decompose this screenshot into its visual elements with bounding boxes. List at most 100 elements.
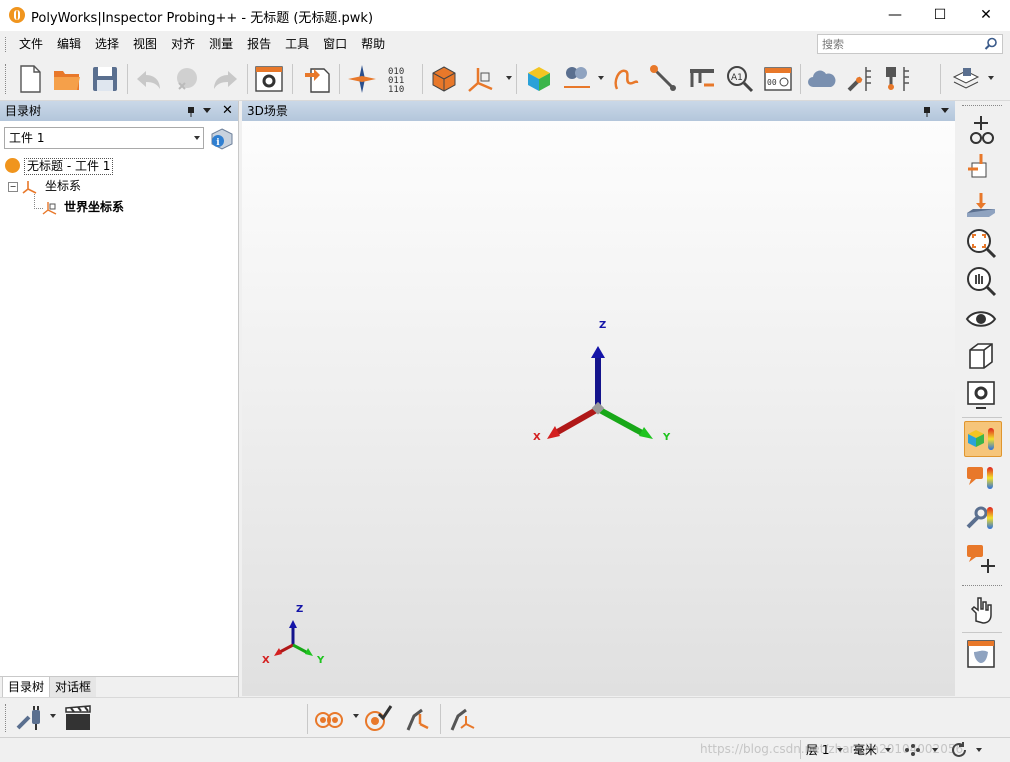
search-icon[interactable] bbox=[984, 37, 998, 54]
menu-edit[interactable]: 编辑 bbox=[50, 31, 88, 58]
layer-selector[interactable]: 层 1 bbox=[806, 741, 829, 758]
3d-viewport[interactable]: Z X Y Z X Y bbox=[242, 121, 955, 696]
unit-selector[interactable]: 毫米 bbox=[853, 741, 877, 758]
layer-print-icon[interactable] bbox=[950, 63, 982, 95]
panel-close-icon[interactable]: ✕ bbox=[222, 101, 233, 121]
panel-menu-icon[interactable] bbox=[203, 108, 211, 113]
robot-arm-axis-icon[interactable] bbox=[446, 702, 478, 734]
tree-item-label: 世界坐标系 bbox=[64, 200, 125, 214]
chevron-down-icon bbox=[194, 136, 200, 140]
world-axis-icon bbox=[42, 200, 58, 219]
display-settings-icon[interactable] bbox=[964, 378, 1000, 412]
menu-report[interactable]: 报告 bbox=[240, 31, 278, 58]
svg-text:A1: A1 bbox=[731, 73, 743, 83]
device-tracker-icon[interactable] bbox=[882, 63, 914, 95]
redo-icon[interactable] bbox=[209, 63, 241, 95]
undo-history-icon[interactable] bbox=[171, 63, 203, 95]
close-button[interactable]: ✕ bbox=[963, 0, 1009, 31]
binary-icon[interactable]: 010 011 110 bbox=[385, 63, 417, 95]
status-bar: https://blog.csdn.net/zhangjin2010400205… bbox=[0, 737, 1010, 762]
undo-icon[interactable] bbox=[133, 63, 165, 95]
view-cube-icon[interactable] bbox=[964, 340, 1000, 374]
tree-panel-header: 目录树 ✕ bbox=[0, 101, 238, 121]
zoom-hand-icon[interactable] bbox=[964, 264, 1000, 298]
z-axis-label: Z bbox=[599, 320, 607, 331]
scene-title: 3D场景 bbox=[247, 104, 288, 118]
measure-distance-icon[interactable] bbox=[561, 63, 593, 95]
device-probe-icon[interactable] bbox=[844, 63, 876, 95]
main-toolbar: 010 011 110 A1 00 bbox=[0, 58, 1010, 101]
tab-tree[interactable]: 目录树 bbox=[2, 677, 51, 698]
shape-window-icon[interactable] bbox=[964, 637, 1000, 671]
piece-selector[interactable]: 工件 1 bbox=[4, 127, 204, 149]
save-icon[interactable] bbox=[89, 63, 121, 95]
menu-window[interactable]: 窗口 bbox=[316, 31, 354, 58]
tool-color-icon[interactable] bbox=[964, 501, 1000, 535]
chevron-down-icon bbox=[976, 748, 982, 752]
compass-icon[interactable] bbox=[346, 63, 378, 95]
piece-selector-value: 工件 1 bbox=[9, 131, 45, 145]
target-multi-icon[interactable] bbox=[313, 702, 345, 734]
svg-text:i: i bbox=[216, 138, 220, 148]
minimize-button[interactable]: — bbox=[872, 0, 918, 31]
mini-x-axis-label: X bbox=[262, 655, 270, 666]
robot-arm-icon[interactable] bbox=[402, 702, 434, 734]
svg-text:110: 110 bbox=[388, 85, 404, 95]
import-icon[interactable] bbox=[302, 63, 334, 95]
mini-y-axis-label: Y bbox=[317, 655, 325, 666]
probe-icon[interactable] bbox=[648, 63, 680, 95]
menu-tools[interactable]: 工具 bbox=[278, 31, 316, 58]
target-check-icon[interactable] bbox=[362, 702, 394, 734]
app-logo-icon bbox=[5, 158, 20, 173]
annotation-magnifier-icon[interactable]: A1 bbox=[724, 63, 756, 95]
maximize-button[interactable]: ☐ bbox=[917, 0, 963, 31]
zoom-fit-icon[interactable] bbox=[964, 226, 1000, 260]
watermark-text: https://blog.csdn.net/zhangjin2010400205… bbox=[700, 742, 964, 756]
align-cube-icon[interactable] bbox=[964, 151, 1000, 185]
report-table-icon[interactable]: 00 bbox=[762, 63, 794, 95]
window-title: PolyWorks|Inspector Probing++ - 无标题 (无标题… bbox=[31, 11, 374, 26]
settings-window-icon[interactable] bbox=[253, 63, 285, 95]
color-map-toggle-icon[interactable] bbox=[964, 421, 1002, 457]
axis-gizmo-main bbox=[274, 346, 653, 656]
cloud-icon[interactable] bbox=[806, 63, 838, 95]
y-axis-label: Y bbox=[663, 432, 671, 443]
pin-icon[interactable] bbox=[186, 101, 196, 127]
new-file-icon[interactable] bbox=[14, 63, 46, 95]
probe-cloud-icon[interactable] bbox=[609, 63, 641, 95]
menu-measure[interactable]: 测量 bbox=[202, 31, 240, 58]
snap-points-icon[interactable] bbox=[903, 741, 921, 762]
menu-file[interactable]: 文件 bbox=[12, 31, 50, 58]
app-logo-icon bbox=[9, 7, 25, 23]
open-folder-icon[interactable] bbox=[51, 63, 83, 95]
bottom-toolbar bbox=[0, 697, 1010, 738]
refresh-icon[interactable] bbox=[950, 741, 968, 762]
tree-view: 无标题 - 工件 1 − 坐标系 世界坐标系 bbox=[0, 158, 238, 218]
menu-align[interactable]: 对齐 bbox=[164, 31, 202, 58]
tree-panel-title: 目录树 bbox=[5, 104, 42, 118]
collapse-icon[interactable]: − bbox=[8, 182, 18, 192]
pan-rotate-icon[interactable] bbox=[964, 113, 1000, 147]
title-bar: PolyWorks|Inspector Probing++ - 无标题 (无标题… bbox=[0, 0, 1010, 32]
clapperboard-icon[interactable] bbox=[62, 702, 94, 734]
x-axis-label: X bbox=[533, 432, 541, 443]
caliper-icon[interactable] bbox=[686, 63, 718, 95]
color-map-cube-icon[interactable] bbox=[523, 63, 555, 95]
menu-view[interactable]: 视图 bbox=[126, 31, 164, 58]
menu-help[interactable]: 帮助 bbox=[354, 31, 392, 58]
coordinate-system-icon[interactable] bbox=[466, 63, 498, 95]
drop-plane-icon[interactable] bbox=[964, 189, 1000, 223]
annotation-move-icon[interactable] bbox=[964, 541, 1000, 575]
left-panel-tabs: 目录树 对话框 bbox=[0, 676, 238, 698]
piece-info-icon[interactable]: i bbox=[209, 125, 235, 151]
scene-menu-icon[interactable] bbox=[941, 108, 949, 113]
device-plug-icon[interactable] bbox=[14, 702, 46, 734]
object-cube-icon[interactable] bbox=[428, 63, 460, 95]
mini-z-axis-label: Z bbox=[296, 604, 304, 615]
hand-select-icon[interactable] bbox=[964, 593, 1000, 627]
tab-dialog[interactable]: 对话框 bbox=[50, 677, 97, 697]
menu-select[interactable]: 选择 bbox=[88, 31, 126, 58]
annotation-color-icon[interactable] bbox=[964, 461, 1000, 495]
search-input[interactable] bbox=[818, 35, 986, 53]
visibility-eye-icon[interactable] bbox=[964, 302, 1000, 336]
